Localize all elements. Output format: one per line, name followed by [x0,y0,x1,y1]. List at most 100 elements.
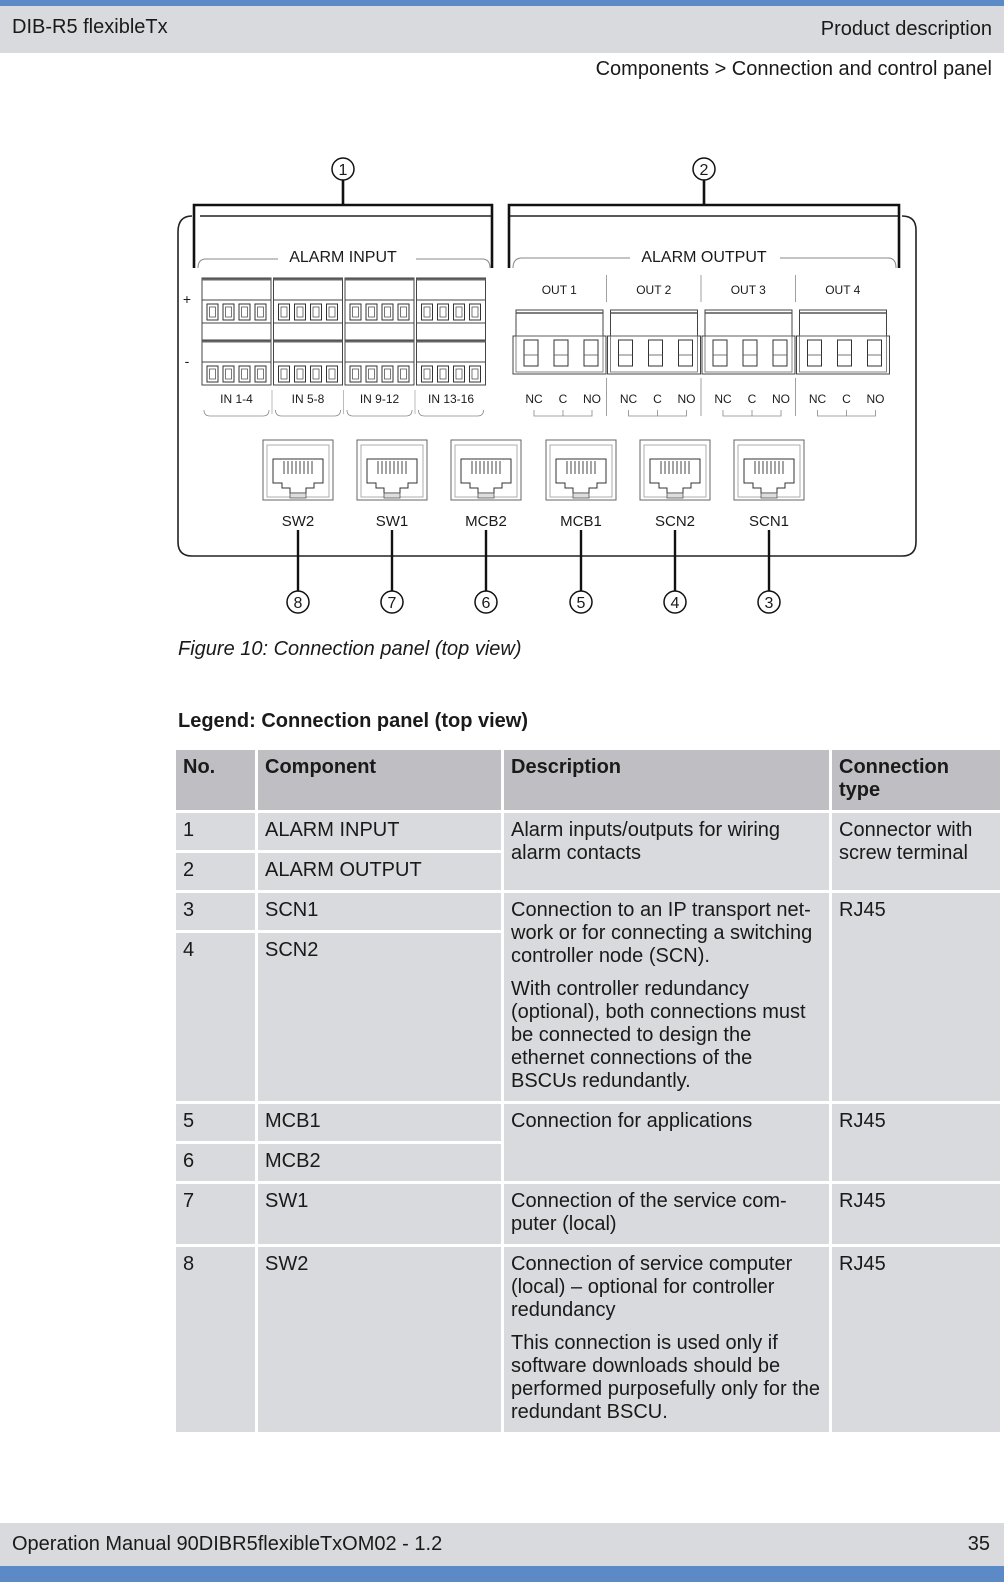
screw-terminal [453,365,465,383]
screw-terminal [206,365,219,383]
screw-terminal [742,339,758,367]
contact-label: NO [772,392,790,406]
legend-table: No. Component Description Connection typ… [173,747,1003,1435]
screw-terminal [553,339,569,367]
screw-terminal [807,339,822,367]
callout-2-label: 2 [700,162,709,179]
screw-terminal [238,365,251,383]
callout-number: 3 [765,595,774,612]
rj45-port-label: MCB1 [560,513,602,530]
callout-1-label: 1 [339,162,348,179]
cell-no: 3 [176,893,255,930]
screw-terminal [254,365,267,383]
page-number: 35 [967,1533,990,1555]
cell-no: 8 [176,1247,255,1432]
screw-terminal [437,303,449,321]
rj45-port: MCB2 6 [450,439,522,614]
column-header-component: Component [258,750,501,810]
screw-terminal [254,303,267,321]
alarm-output-terminal-block: OUT 2 NC C NO [607,283,701,417]
screw-terminal [294,303,306,321]
legend-title: Legend: Connection panel (top view) [178,710,528,732]
connection-panel-diagram: 1 2 ALARM INPUT + - IN 1-4 IN 5-8 IN 9-12 I… [170,150,930,630]
description-text: Alarm inputs/outputs for wiring alarm co… [511,819,781,864]
contact-label: NC [809,392,827,406]
rj45-port: SCN1 3 [733,439,805,614]
cell-no: 2 [176,853,255,890]
contact-label: NO [678,392,696,406]
alarm-input-terminal-block: IN 5-8 [273,277,343,417]
callout-number: 7 [388,595,397,612]
contact-label: NC [620,392,638,406]
description-text: Connection for applications [511,1110,753,1132]
screw-terminal [365,365,378,383]
screw-terminal [222,365,235,383]
contact-label: C [842,392,851,406]
description-text: Connection to an IP transport net-work o… [511,899,813,967]
description-text: This connection is used only if software… [511,1332,821,1423]
contact-label: NO [867,392,885,406]
column-header-no: No. [176,750,255,810]
screw-terminal [381,365,394,383]
rj45-port-label: SCN2 [655,513,695,530]
screw-terminal [437,365,449,383]
screw-terminal [469,303,481,321]
screw-terminal [397,365,410,383]
contact-label: C [653,392,662,406]
cell-no: 5 [176,1104,255,1141]
cell-connection-type: RJ45 [832,1104,1000,1181]
table-row: 1 ALARM INPUT Alarm inputs/outputs for w… [176,813,1000,890]
screw-terminal [349,303,362,321]
input-block-label: IN 13-16 [428,392,474,406]
manual-id: Operation Manual 90DIBR5flexibleTxOM02 -… [12,1533,443,1555]
screw-terminal [349,365,362,383]
cell-description: Connection of service computer (local) –… [504,1247,829,1432]
cell-description: Connection for applications [504,1104,829,1181]
cell-no: 4 [176,933,255,1101]
screw-terminal [837,339,852,367]
screw-terminal [310,365,322,383]
cell-no: 1 [176,813,255,850]
screw-terminal [867,339,882,367]
screw-terminal [294,365,306,383]
contact-label: NC [714,392,732,406]
callout-number: 6 [482,595,491,612]
screw-terminal [712,339,728,367]
screw-terminal [453,303,465,321]
input-block-label: IN 9-12 [360,392,400,406]
output-block-label: OUT 3 [731,283,766,297]
screw-terminal [310,303,322,321]
alarm-output-label: ALARM OUTPUT [641,249,767,266]
description-text: Connection of the service com-puter (loc… [511,1190,787,1235]
figure-caption: Figure 10: Connection panel (top view) [178,638,522,660]
cell-description: Connection to an IP transport net-work o… [504,893,829,1101]
output-block-label: OUT 2 [636,283,671,297]
alarm-input-terminal-block: IN 13-16 [416,277,486,417]
rj45-port: SCN2 4 [639,439,711,614]
screw-terminal [469,365,481,383]
cell-no: 6 [176,1144,255,1181]
cell-component: SW1 [258,1184,501,1244]
screw-terminal [583,339,599,367]
input-block-label: IN 1-4 [220,392,253,406]
table-row: 5 MCB1 Connection for applications RJ45 [176,1104,1000,1181]
alarm-input-label: ALARM INPUT [289,249,397,266]
rj45-port: MCB1 5 [545,439,617,614]
rj45-port: SW1 7 [356,439,428,614]
callout-number: 5 [577,595,586,612]
screw-terminal [648,339,663,367]
cell-component: ALARM OUTPUT [258,853,501,890]
table-header-row: No. Component Description Connection typ… [176,750,1000,810]
alarm-input-terminal-block: IN 9-12 [344,277,415,417]
cell-description: Alarm inputs/outputs for wiring alarm co… [504,813,829,890]
cell-connection-type: Connector with screw terminal [832,813,1000,890]
screw-terminal [397,303,410,321]
contact-label: NO [583,392,601,406]
cell-component: SW2 [258,1247,501,1432]
input-block-label: IN 5-8 [292,392,325,406]
column-header-connection-type: Connection type [832,750,1000,810]
rj45-port-label: SW1 [376,513,409,530]
contact-label: C [748,392,757,406]
panel-outline [177,215,917,557]
page-header: DIB-R5 flexibleTx Product description [0,6,1004,53]
